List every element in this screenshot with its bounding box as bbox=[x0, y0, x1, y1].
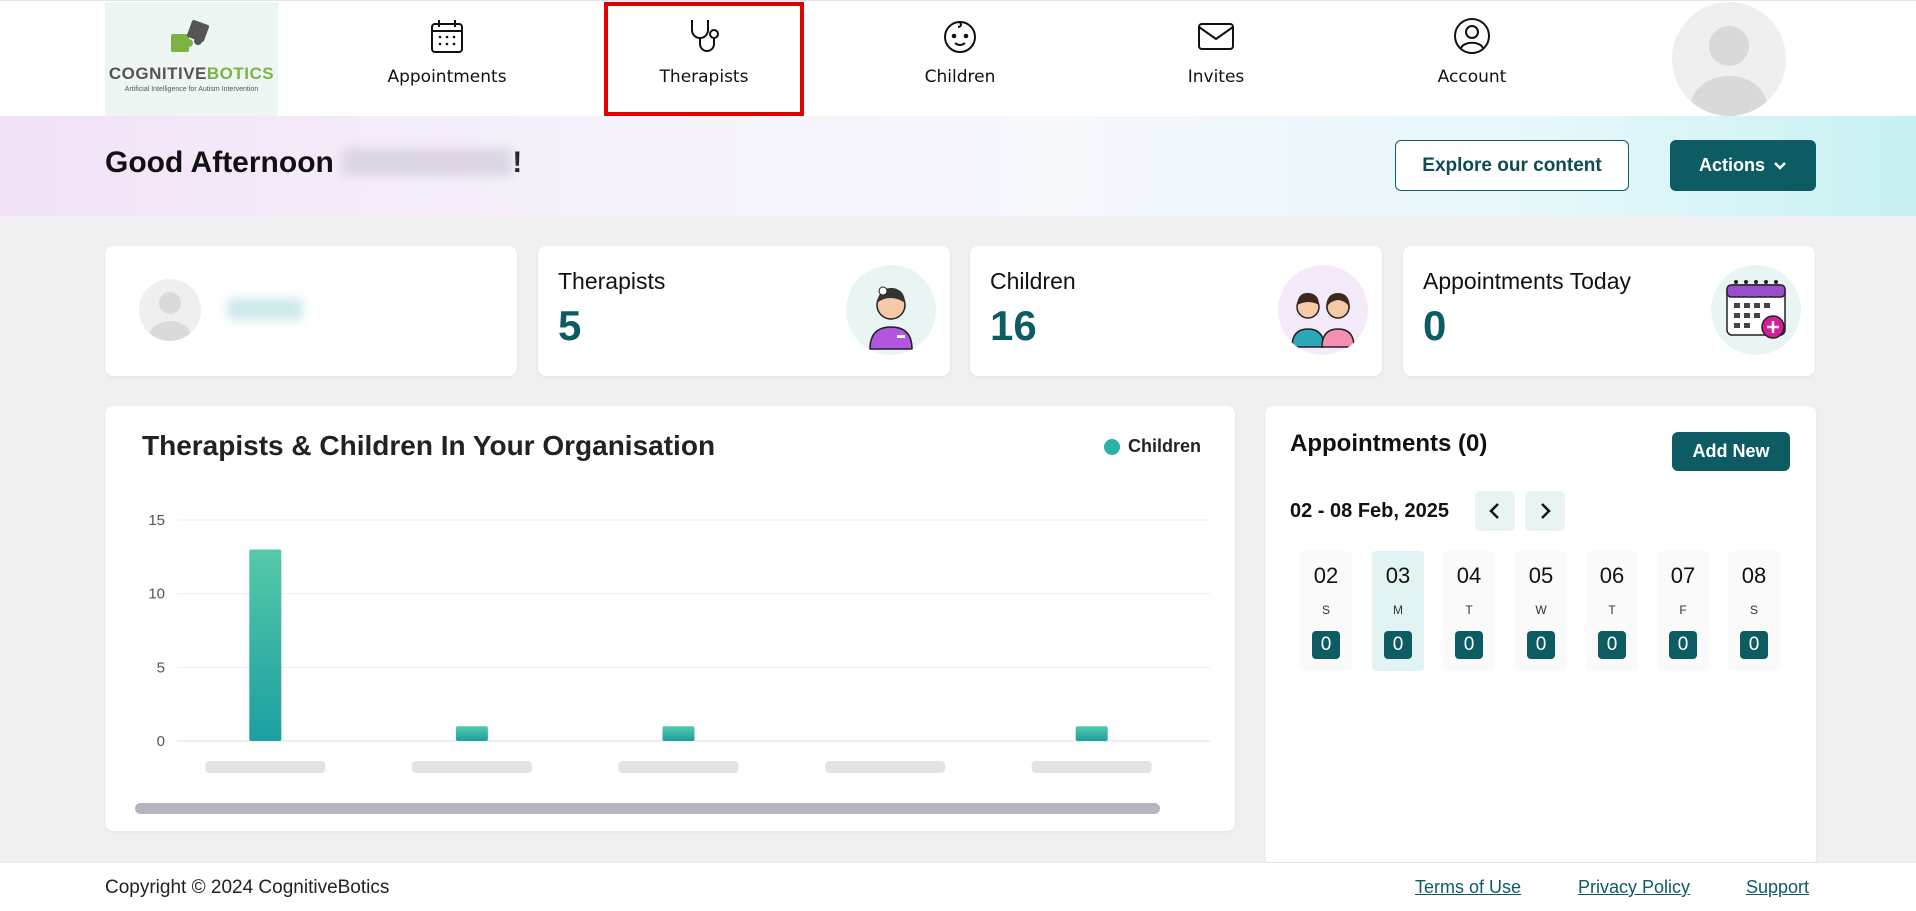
stat-value: 5 bbox=[558, 302, 582, 349]
chevron-left-icon bbox=[1489, 503, 1499, 519]
day-appointment-count: 0 bbox=[1527, 631, 1555, 659]
day-appointment-count: 0 bbox=[1669, 631, 1697, 659]
x-tick-label-redacted bbox=[205, 761, 326, 773]
organisation-name-redacted bbox=[227, 298, 303, 320]
stat-title: Children bbox=[990, 268, 1076, 294]
appointments-card: Appointments (0) Add New 02 - 08 Feb, 20… bbox=[1265, 406, 1816, 866]
actions-label: Actions bbox=[1698, 155, 1765, 175]
children-icon bbox=[1278, 265, 1368, 355]
user-circle-icon bbox=[1454, 18, 1490, 54]
chart-bar[interactable] bbox=[662, 726, 695, 741]
calendar-add-icon bbox=[1711, 265, 1801, 355]
profile-avatar[interactable] bbox=[1672, 2, 1786, 116]
terms-of-use-link[interactable]: Terms of Use bbox=[1415, 877, 1521, 898]
previous-week-button[interactable] bbox=[1475, 491, 1515, 531]
day-appointment-count: 0 bbox=[1384, 631, 1412, 659]
chart-bar[interactable] bbox=[1075, 726, 1108, 741]
chevron-down-icon bbox=[1774, 161, 1786, 170]
day-cell[interactable]: 04 T 0 bbox=[1443, 551, 1495, 671]
logo-tagline: Artificial Intelligence for Autism Inter… bbox=[124, 86, 259, 93]
day-cell[interactable]: 06 T 0 bbox=[1586, 551, 1638, 671]
chart-legend[interactable]: Children bbox=[1103, 436, 1201, 457]
copyright-text: Copyright © 2024 CognitiveBotics bbox=[105, 877, 390, 898]
logo[interactable]: COGNITIVEBOTICS Artificial Intelligence … bbox=[105, 2, 278, 116]
next-week-button[interactable] bbox=[1525, 491, 1565, 531]
user-avatar-icon bbox=[149, 292, 191, 341]
day-cell[interactable]: 08 S 0 bbox=[1728, 551, 1780, 671]
stat-value: 16 bbox=[990, 302, 1037, 349]
privacy-policy-link[interactable]: Privacy Policy bbox=[1578, 877, 1690, 898]
add-new-appointment-button[interactable]: Add New bbox=[1672, 432, 1790, 471]
y-tick-label: 15 bbox=[148, 512, 165, 529]
nav-item-therapists[interactable]: Therapists bbox=[604, 2, 804, 116]
y-tick-label: 5 bbox=[157, 659, 165, 676]
appointments-title: Appointments (0) bbox=[1290, 430, 1488, 457]
envelope-icon bbox=[1198, 23, 1234, 50]
nav-item-account[interactable]: Account bbox=[1372, 2, 1572, 116]
footer: Copyright © 2024 CognitiveBotics Terms o… bbox=[0, 862, 1916, 911]
organisation-avatar bbox=[139, 279, 201, 341]
nav-item-label: Children bbox=[924, 67, 996, 87]
stat-title: Therapists bbox=[558, 268, 666, 294]
chart-bar[interactable] bbox=[249, 549, 282, 741]
nav-item-invites[interactable]: Invites bbox=[1116, 2, 1316, 116]
explore-content-button[interactable]: Explore our content bbox=[1395, 140, 1629, 191]
x-tick-label-redacted bbox=[411, 761, 532, 773]
top-navigation: COGNITIVEBOTICS Artificial Intelligence … bbox=[0, 0, 1916, 116]
puzzle-logo-icon bbox=[171, 20, 209, 52]
chart-title: Therapists & Children In Your Organisati… bbox=[142, 430, 716, 461]
user-name-redacted bbox=[342, 148, 513, 176]
nav-item-label: Account bbox=[1437, 67, 1507, 87]
day-cell[interactable]: 05 W 0 bbox=[1515, 551, 1567, 671]
y-tick-label: 0 bbox=[157, 733, 165, 750]
y-tick-label: 10 bbox=[148, 586, 165, 603]
stat-value: 0 bbox=[1423, 302, 1447, 349]
day-appointment-count: 0 bbox=[1312, 631, 1340, 659]
stat-card-therapists: Therapists 5 bbox=[538, 246, 950, 376]
chevron-right-icon bbox=[1541, 503, 1551, 519]
nav-item-label: Invites bbox=[1187, 67, 1245, 87]
actions-dropdown-button[interactable]: Actions bbox=[1670, 140, 1816, 191]
organisation-card bbox=[105, 246, 517, 376]
stat-card-appointments-today: Appointments Today 0 bbox=[1403, 246, 1815, 376]
logo-brand: COGNITIVEBOTICS bbox=[108, 64, 275, 83]
greeting-banner: Good Afternoon ! Explore our content Act… bbox=[0, 116, 1916, 216]
chart-bar[interactable] bbox=[455, 726, 488, 741]
support-link[interactable]: Support bbox=[1746, 877, 1809, 898]
greeting-heading: Good Afternoon ! bbox=[105, 146, 523, 179]
calendar-icon bbox=[431, 20, 463, 53]
day-appointment-count: 0 bbox=[1740, 631, 1768, 659]
stat-title: Appointments Today bbox=[1423, 268, 1631, 294]
day-cell-selected[interactable]: 03 M 0 bbox=[1372, 551, 1424, 671]
stat-card-children: Children 16 bbox=[970, 246, 1382, 376]
nav-item-label: Appointments bbox=[387, 67, 507, 87]
chart-horizontal-scrollbar[interactable] bbox=[135, 803, 1160, 814]
x-tick-label-redacted bbox=[1031, 761, 1152, 773]
day-appointment-count: 0 bbox=[1598, 631, 1626, 659]
week-range: 02 - 08 Feb, 2025 bbox=[1290, 500, 1449, 522]
nav-item-appointments[interactable]: Appointments bbox=[347, 2, 547, 116]
nav-item-children[interactable]: Children bbox=[860, 2, 1060, 116]
day-cell[interactable]: 02 S 0 bbox=[1300, 551, 1352, 671]
baby-face-icon bbox=[944, 21, 976, 53]
user-avatar-icon bbox=[1691, 26, 1767, 116]
chart-card: 0 5 10 15 Therapists & Children In Your Org… bbox=[105, 406, 1235, 831]
bar-chart: 0 5 10 15 bbox=[148, 512, 1210, 773]
therapist-icon bbox=[846, 265, 936, 355]
legend-swatch bbox=[1103, 438, 1120, 455]
x-tick-label-redacted bbox=[825, 761, 946, 773]
day-cell[interactable]: 07 F 0 bbox=[1657, 551, 1709, 671]
legend-label: Children bbox=[1127, 436, 1201, 456]
nav-item-label: Therapists bbox=[659, 67, 749, 87]
x-tick-label-redacted bbox=[618, 761, 739, 773]
stethoscope-icon bbox=[691, 20, 719, 52]
day-appointment-count: 0 bbox=[1455, 631, 1483, 659]
